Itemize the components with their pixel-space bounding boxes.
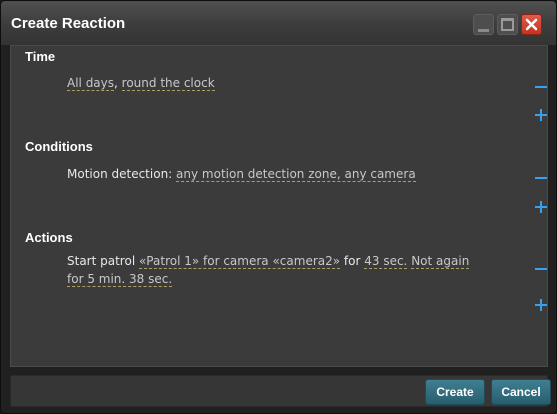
time-separator: , — [114, 76, 118, 90]
actions-heading: Actions — [25, 230, 73, 245]
create-reaction-window: Create Reaction Time All days, round the… — [0, 0, 557, 414]
close-button[interactable] — [521, 14, 542, 35]
action-line: Start patrol «Patrol 1» for camera «came… — [67, 252, 517, 288]
action-prefix: Start patrol — [67, 254, 139, 268]
minimize-button[interactable] — [473, 14, 494, 35]
reaction-editor: Time All days, round the clock Condition… — [10, 45, 548, 367]
add-time-icon[interactable] — [535, 109, 547, 121]
hours-link[interactable]: round the clock — [121, 76, 215, 91]
create-button[interactable]: Create — [425, 379, 485, 405]
repeat-link-part1[interactable]: Not again — [411, 254, 470, 269]
patrol-link[interactable]: «Patrol 1» for camera «camera2» — [138, 254, 341, 269]
add-condition-icon[interactable] — [535, 201, 547, 213]
window-title: Create Reaction — [11, 15, 126, 32]
remove-condition-icon[interactable] — [535, 177, 547, 179]
duration-link[interactable]: 43 sec. — [364, 254, 408, 269]
action-for-word: for — [340, 254, 365, 268]
motion-detection-link[interactable]: any motion detection zone, any camera — [176, 167, 416, 182]
time-line: All days, round the clock — [67, 74, 215, 92]
time-heading: Time — [25, 49, 56, 64]
minimize-icon — [478, 29, 489, 32]
remove-action-icon[interactable] — [535, 268, 547, 270]
repeat-link-part2[interactable]: for 5 min. 38 sec. — [67, 272, 173, 287]
close-icon — [525, 18, 538, 31]
add-action-icon[interactable] — [535, 299, 547, 311]
condition-line: Motion detection: any motion detection z… — [67, 165, 416, 183]
maximize-icon — [501, 18, 514, 31]
title-bar[interactable]: Create Reaction — [1, 1, 556, 45]
days-link[interactable]: All days — [67, 76, 115, 91]
cancel-button[interactable]: Cancel — [491, 379, 551, 405]
condition-prefix: Motion detection: — [67, 167, 177, 181]
conditions-heading: Conditions — [25, 139, 93, 154]
maximize-button[interactable] — [497, 14, 518, 35]
remove-time-icon[interactable] — [535, 86, 547, 88]
